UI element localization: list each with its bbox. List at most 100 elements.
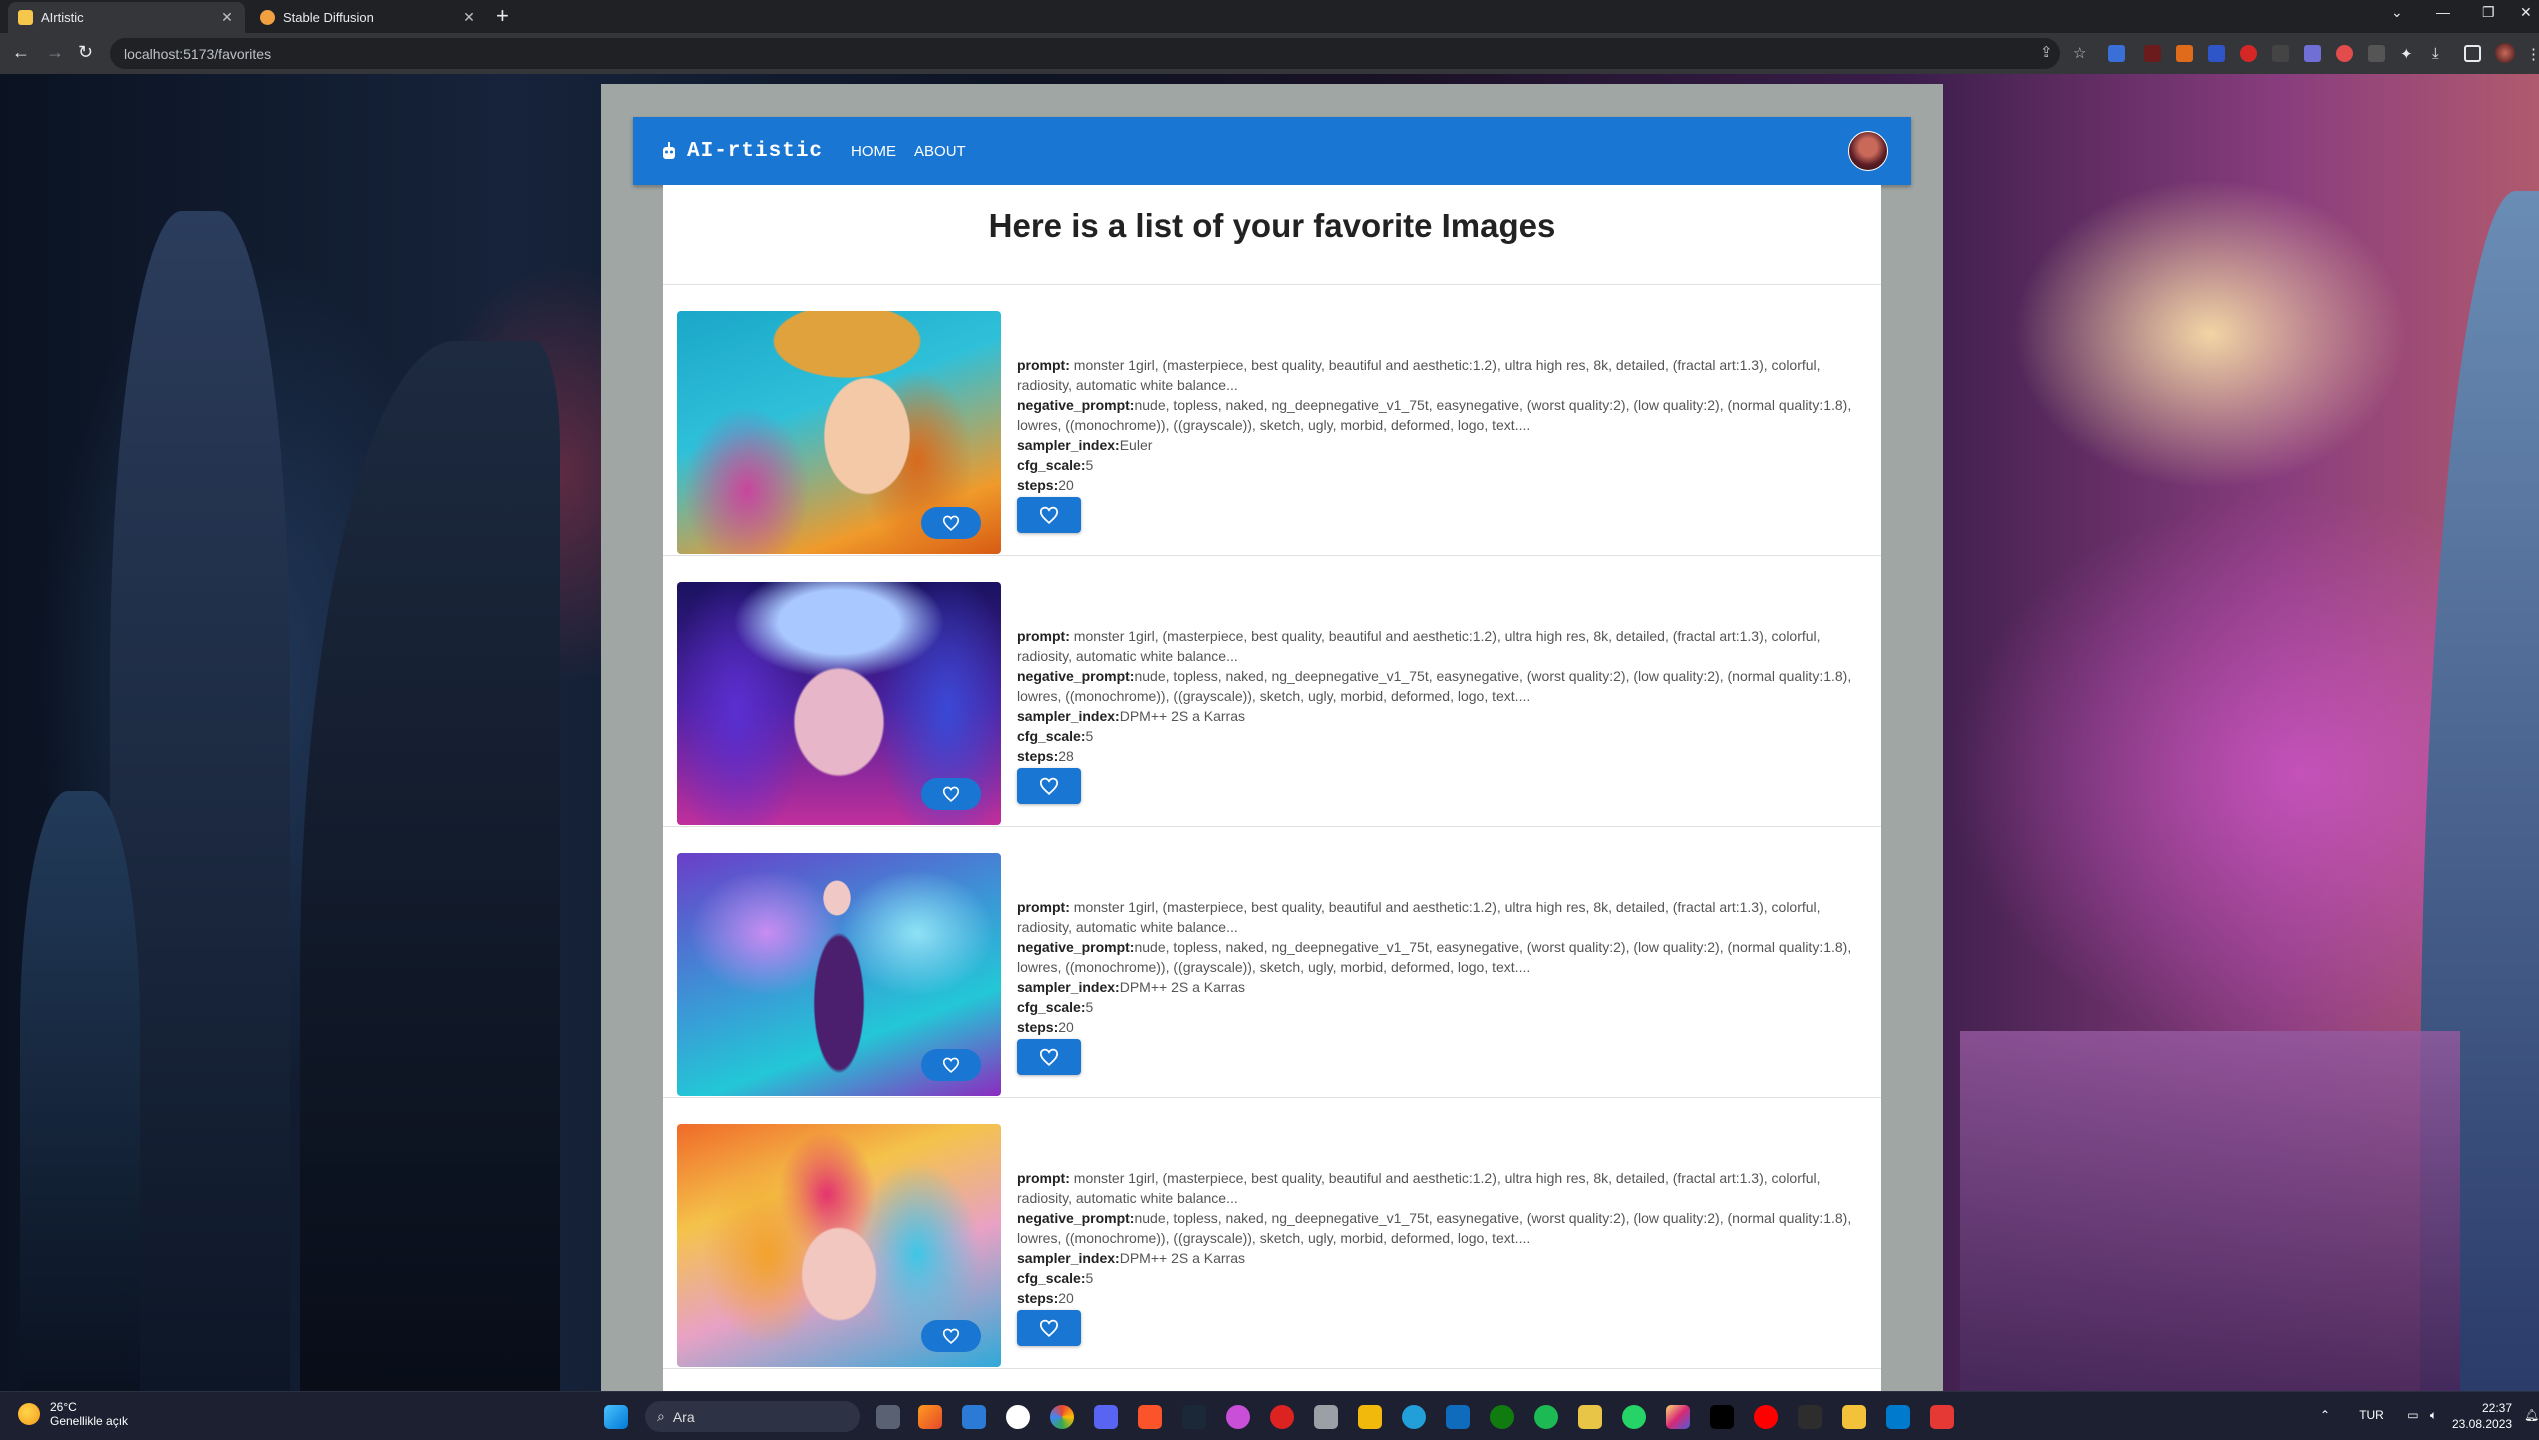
address-bar[interactable]: i localhost:5173/favorites [110,38,2060,122]
favorite-item: prompt: monster 1girl, (masterpiece, bes… [663,827,1881,1098]
extension-record-icon[interactable] [2336,45,2353,62]
extension-orange-icon[interactable] [2176,45,2193,62]
app-yellow-icon[interactable] [1578,1405,1602,1429]
brave-icon[interactable] [1138,1405,1162,1429]
network-icon[interactable]: ▭ [2407,1408,2418,1422]
heart-outline-icon [942,1328,960,1344]
extensions-puzzle-icon[interactable]: ✦ [2400,45,2417,63]
extension-misc-icon[interactable] [2368,45,2385,62]
whatsapp-icon[interactable] [1622,1405,1646,1429]
negative-prompt-text: nude, topless, naked, ng_deepnegative_v1… [1017,1210,1852,1246]
browser-toolbar: ← → ↻ i localhost:5173/favorites ☆ ⇪ ✦ ⤓… [0,33,2539,122]
share-icon[interactable]: ⇪ [2040,43,2053,61]
binance-icon[interactable] [1358,1405,1382,1429]
steam-icon[interactable] [1182,1405,1206,1429]
favorite-badge[interactable] [921,1320,981,1352]
extension-blue-icon[interactable] [2208,45,2225,62]
mail-icon[interactable] [1446,1405,1470,1429]
steps-value: 20 [1058,1290,1074,1306]
restore-icon[interactable]: ❐ [2482,4,2495,21]
user-avatar[interactable] [1848,131,1888,171]
extension-purple-icon[interactable] [2304,45,2321,62]
prompt-label: prompt: [1017,899,1070,915]
language-indicator[interactable]: TUR [2359,1408,2384,1422]
vscode-icon[interactable] [1886,1405,1910,1429]
instagram-icon[interactable] [1666,1405,1690,1429]
window-close-icon[interactable]: ✕ [2520,4,2532,21]
generated-image[interactable] [677,1124,1001,1367]
app-red-icon[interactable] [1930,1405,1954,1429]
heart-outline-icon [1039,506,1059,524]
start-windows-icon[interactable] [604,1405,628,1429]
opera-gx-icon[interactable] [1006,1405,1030,1429]
new-tab-plus-icon[interactable]: + [496,5,509,27]
favorite-button[interactable] [1017,1310,1081,1346]
menu-kebab-icon[interactable]: ⋮ [2526,45,2539,63]
profile-avatar[interactable] [2495,43,2515,63]
prompt-label: prompt: [1017,1170,1070,1186]
notification-bell-icon[interactable]: 🔔︎ [2524,1408,2539,1422]
nav-home-link[interactable]: HOME [851,143,896,160]
negative-prompt-text: nude, topless, naked, ng_deepnegative_v1… [1017,397,1852,433]
brand-name[interactable]: AI-rtistic [687,140,823,163]
generated-image[interactable] [677,853,1001,1096]
bookmark-star-icon[interactable]: ☆ [2073,44,2086,62]
download-icon[interactable]: ⤓ [2432,45,2449,62]
extension-translate-icon[interactable] [2108,45,2125,62]
favorite-button[interactable] [1017,768,1081,804]
extension-red-icon[interactable] [2144,45,2161,62]
close-icon[interactable]: ✕ [461,9,477,26]
app-gray-icon[interactable] [1314,1405,1338,1429]
favorite-badge[interactable] [921,778,981,810]
favorite-button[interactable] [1017,1039,1081,1075]
tab-search-chevron-icon[interactable]: ⌄ [2391,4,2403,21]
chrome-icon[interactable] [1050,1405,1074,1429]
favorite-button[interactable] [1017,497,1081,533]
xbox-icon[interactable] [1490,1405,1514,1429]
close-icon[interactable]: ✕ [219,9,235,26]
favorite-badge[interactable] [921,507,981,539]
steps-value: 20 [1058,477,1074,493]
firefox-icon[interactable] [918,1405,942,1429]
image-metadata: prompt: monster 1girl, (masterpiece, bes… [1017,626,1857,804]
cfg-value: 5 [1085,457,1094,473]
cfg-value: 5 [1085,1270,1094,1286]
side-panel-icon[interactable] [2464,45,2481,62]
extension-gray-icon[interactable] [2272,45,2289,62]
chevron-up-icon[interactable]: ⌃ [2320,1408,2330,1422]
telegram-icon[interactable] [1402,1405,1426,1429]
minimize-icon[interactable]: — [2436,4,2450,20]
negative-prompt-label: negative_prompt: [1017,397,1135,413]
generated-image[interactable] [677,311,1001,554]
steps-label: steps: [1017,1290,1059,1306]
opera-icon[interactable] [1270,1405,1294,1429]
file-explorer-icon[interactable] [1842,1405,1866,1429]
youtube-icon[interactable] [1754,1405,1778,1429]
sun-icon [18,1403,40,1425]
favorite-badge[interactable] [921,1049,981,1081]
app-blue-icon[interactable] [962,1405,986,1429]
app-container: AI-rtistic HOME ABOUT Here is a list of … [601,84,1943,1391]
discord-icon[interactable] [1094,1405,1118,1429]
tiktok-icon[interactable] [1710,1405,1734,1429]
terminal-icon[interactable] [1798,1405,1822,1429]
forward-arrow-icon[interactable]: → [46,42,64,62]
generated-image[interactable] [677,582,1001,825]
clock[interactable]: 22:37 23.08.2023 [2452,1400,2512,1432]
spotify-icon[interactable] [1534,1405,1558,1429]
volume-icon[interactable]: 🔈︎ [2430,1408,2437,1422]
app-purple-icon[interactable] [1226,1405,1250,1429]
taskbar-search[interactable]: ⌕ Ara [645,1401,860,1432]
back-arrow-icon[interactable]: ← [12,42,30,62]
weather-widget[interactable]: 26°C Genellikle açık [18,1400,128,1428]
extension-pin-icon[interactable] [2240,45,2257,62]
sampler-label: sampler_index: [1017,437,1120,453]
page-title: Here is a list of your favorite Images [988,207,1556,244]
time: 22:37 [2481,1401,2512,1415]
nav-about-link[interactable]: ABOUT [914,143,966,160]
sampler-value: DPM++ 2S a Karras [1119,979,1245,995]
tab-airtistic[interactable]: AIrtistic ✕ [8,2,245,33]
reload-icon[interactable]: ↻ [78,42,93,62]
task-view-icon[interactable] [876,1405,900,1429]
tab-stable-diffusion[interactable]: Stable Diffusion ✕ [250,2,487,33]
